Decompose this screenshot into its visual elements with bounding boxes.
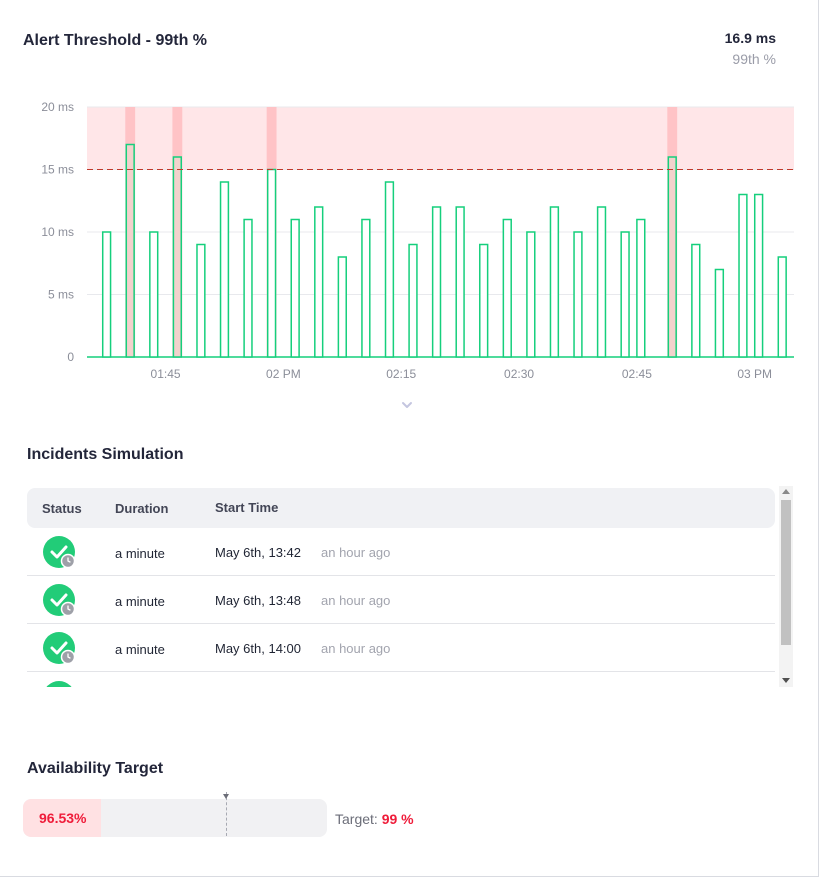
- latency-chart: 0 5 ms 10 ms 15 ms 20 ms 01:45 02 PM 02:15 02:30…: [41, 100, 794, 381]
- bar: [667, 156, 677, 358]
- y-tick-label: 10 ms: [41, 225, 74, 239]
- bar: [101, 231, 112, 358]
- bar: [691, 243, 701, 358]
- chevron-down-icon[interactable]: [400, 400, 414, 412]
- scroll-down-arrow-icon[interactable]: [782, 678, 790, 683]
- duration-cell: a minute: [115, 546, 165, 561]
- bar: [636, 218, 646, 358]
- bar: [219, 181, 230, 358]
- bar: [266, 168, 277, 358]
- table-row[interactable]: a minute May 6th, 13:48 an hour ago: [27, 576, 775, 624]
- relative-time-cell: an hour ago: [321, 641, 391, 656]
- table-row[interactable]: a minute May 6th, 14:00 an hour ago: [27, 624, 775, 672]
- bar: [526, 231, 536, 358]
- bar: [361, 218, 371, 358]
- x-tick-label: 01:45: [151, 367, 181, 381]
- bar: [479, 243, 489, 358]
- duration-cell: a minute: [115, 594, 165, 609]
- target-marker-arrow-icon: [222, 794, 229, 799]
- incidents-title: Incidents Simulation: [27, 446, 184, 463]
- relative-time-cell: an hour ago: [321, 545, 391, 560]
- bar: [549, 206, 560, 358]
- target-text: Target: 99 %: [335, 811, 414, 827]
- bar: [620, 231, 630, 358]
- status-ok-icon: [43, 584, 75, 616]
- status-ok-icon: [43, 536, 75, 568]
- target-value: 99 %: [381, 811, 414, 827]
- status-ok-icon: [43, 632, 75, 664]
- bar: [777, 256, 787, 358]
- y-tick-label: 5 ms: [48, 288, 74, 302]
- relative-time-cell: an hour ago: [321, 593, 391, 608]
- target-label: Target:: [335, 811, 378, 827]
- column-header-status[interactable]: Status: [42, 501, 82, 516]
- x-tick-label: 02:45: [622, 367, 652, 381]
- bar: [431, 206, 442, 358]
- bar: [196, 243, 206, 358]
- table-scrollbar[interactable]: [779, 486, 793, 687]
- chart-title: Alert Threshold - 99th %: [23, 32, 208, 49]
- bar: [408, 243, 418, 358]
- threshold-zone: [87, 107, 794, 170]
- x-tick-label: 02:30: [504, 367, 534, 381]
- bar: [455, 206, 465, 358]
- bar: [738, 193, 748, 358]
- incidents-table: Status Duration Start Time a minute May 6…: [27, 488, 794, 687]
- availability-bar: 96.53%: [23, 799, 327, 837]
- start-time-cell: May 6th, 13:42: [215, 545, 301, 560]
- bar: [573, 231, 583, 358]
- bar: [502, 218, 512, 358]
- scroll-up-arrow-icon[interactable]: [782, 489, 790, 494]
- column-header-start-time[interactable]: Start Time: [215, 500, 278, 515]
- bar: [337, 256, 347, 358]
- bar: [149, 231, 159, 358]
- y-tick-label: 0: [67, 350, 74, 364]
- scroll-thumb[interactable]: [781, 500, 791, 645]
- bar: [753, 193, 764, 358]
- y-tick-label: 20 ms: [41, 100, 74, 114]
- bar: [714, 268, 725, 358]
- availability-title: Availability Target: [27, 760, 164, 777]
- alert-threshold-panel: Alert Threshold - 99th % 16.9 ms 99th % …: [0, 0, 819, 877]
- bar: [125, 143, 135, 358]
- column-header-duration[interactable]: Duration: [115, 501, 168, 516]
- bar: [290, 218, 300, 358]
- availability-value: 96.53%: [39, 810, 87, 826]
- bar: [314, 206, 324, 358]
- current-value-label: 99th %: [732, 51, 776, 67]
- start-time-cell: May 6th, 14:00: [215, 641, 301, 656]
- y-tick-label: 15 ms: [41, 163, 74, 177]
- bar: [384, 181, 395, 358]
- table-header: Status Duration Start Time: [27, 488, 775, 528]
- duration-cell: a minute: [115, 642, 165, 657]
- table-row[interactable]: a minute May 6th, 13:42 an hour ago: [27, 528, 775, 576]
- bar: [172, 156, 183, 358]
- x-tick-label: 02:15: [386, 367, 416, 381]
- x-tick-label: 02 PM: [266, 367, 301, 381]
- bar: [596, 206, 607, 358]
- start-time-cell: May 6th, 13:48: [215, 593, 301, 608]
- current-value: 16.9 ms: [724, 30, 776, 46]
- bar: [243, 218, 253, 358]
- status-ok-icon: [43, 681, 75, 687]
- x-tick-label: 03 PM: [737, 367, 772, 381]
